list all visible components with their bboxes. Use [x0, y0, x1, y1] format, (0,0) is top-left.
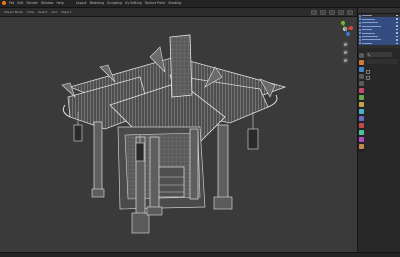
status-bar	[0, 252, 400, 257]
visibility-eye-icon[interactable]	[396, 25, 398, 27]
option-row-2[interactable]	[366, 76, 400, 80]
outliner-row-label	[362, 18, 375, 20]
tab-modeling[interactable]: Modeling	[90, 1, 105, 5]
top-block	[169, 34, 193, 98]
pillar-right-back	[189, 128, 199, 200]
properties-editor: 🔧	[366, 52, 400, 80]
tab-texture-paint[interactable]: Texture Paint	[145, 1, 166, 5]
outliner-rows	[358, 14, 400, 46]
properties-tab-icon[interactable]	[358, 116, 364, 121]
top-menu-bar: File Edit Render Window Help Layout Mode…	[0, 0, 400, 8]
solid-shading-icon[interactable]	[329, 10, 335, 15]
properties-tab-icon[interactable]	[358, 144, 364, 149]
camera-view-icon[interactable]	[342, 57, 349, 64]
zoom-button-icon[interactable]	[342, 41, 349, 48]
right-panel: 🔧	[357, 8, 400, 253]
properties-tab-icon[interactable]	[358, 67, 364, 72]
shading-buttons	[311, 10, 353, 15]
visibility-eye-icon[interactable]	[396, 28, 398, 31]
outliner-row-label	[362, 25, 381, 27]
outliner-row-label	[362, 22, 378, 24]
select-menu[interactable]: Select	[38, 10, 47, 14]
modifier-field[interactable]	[366, 58, 399, 65]
properties-tab-icon[interactable]	[358, 137, 364, 142]
visibility-eye-icon[interactable]	[396, 35, 398, 38]
overlay-icon[interactable]	[311, 10, 317, 15]
visibility-eye-icon[interactable]	[396, 14, 398, 17]
navigation-gizmo	[335, 19, 355, 69]
outliner-row-label	[362, 29, 372, 31]
rendered-shading-icon[interactable]	[347, 10, 353, 15]
outliner-row[interactable]	[359, 41, 400, 46]
viewport-header: Object Mode View Select Add Object	[0, 8, 357, 17]
tab-shading[interactable]: Shading	[168, 1, 181, 5]
viewport-header-menus: Object Mode View Select Add Object	[4, 10, 71, 14]
properties-tabs	[358, 52, 364, 152]
properties-title: 🔧	[366, 52, 392, 57]
checkbox-icon[interactable]	[366, 76, 370, 80]
pavilion-model	[61, 34, 287, 234]
object-icon	[359, 32, 361, 35]
tab-layout[interactable]: Layout	[76, 1, 87, 5]
menu-window[interactable]: Window	[41, 1, 54, 5]
properties-tab-icon[interactable]	[358, 130, 364, 135]
lantern-right	[247, 112, 259, 150]
visibility-eye-icon[interactable]	[396, 39, 398, 41]
object-icon	[359, 28, 361, 31]
properties-tab-icon[interactable]	[358, 60, 364, 65]
outliner	[358, 8, 400, 48]
properties-tab-icon[interactable]	[358, 53, 364, 58]
visibility-eye-icon[interactable]	[396, 21, 398, 24]
object-icon	[359, 18, 361, 21]
wrench-icon: 🔧	[367, 52, 371, 57]
menu-file[interactable]: File	[9, 1, 14, 5]
option-row-1[interactable]	[366, 70, 400, 74]
properties-tab-icon[interactable]	[358, 74, 364, 79]
outliner-row-label	[362, 15, 372, 17]
outliner-row-label	[362, 36, 378, 37]
tab-sculpting[interactable]: Sculpting	[107, 1, 122, 5]
object-icon	[359, 14, 361, 17]
properties-tab-icon[interactable]	[358, 109, 364, 114]
object-icon	[359, 21, 361, 24]
material-shading-icon[interactable]	[338, 10, 344, 15]
outliner-row-label	[362, 42, 372, 44]
outliner-row-label	[362, 39, 381, 41]
tab-uv-editing[interactable]: UV Editing	[125, 1, 142, 5]
visibility-eye-icon[interactable]	[396, 18, 398, 20]
checkbox-icon[interactable]	[366, 70, 370, 74]
pillar-front-mid	[149, 136, 160, 213]
pillar-right-front	[217, 124, 229, 204]
pan-hand-icon[interactable]	[342, 49, 349, 56]
properties-tab-icon[interactable]	[358, 123, 364, 128]
properties-tab-icon[interactable]	[358, 102, 364, 107]
mode-dropdown[interactable]: Object Mode	[4, 10, 23, 14]
view-menu[interactable]: View	[27, 10, 34, 14]
menu-help[interactable]: Help	[56, 1, 63, 5]
properties-tab-icon[interactable]	[358, 81, 364, 86]
visibility-eye-icon[interactable]	[396, 32, 398, 34]
axis-gizmo-icon[interactable]	[335, 19, 355, 39]
wireframe-shading-icon[interactable]	[320, 10, 326, 15]
object-menu[interactable]: Object	[61, 10, 71, 14]
visibility-eye-icon[interactable]	[396, 42, 398, 45]
pillar-left	[93, 121, 103, 195]
menu-edit[interactable]: Edit	[17, 1, 23, 5]
outliner-row-label	[362, 32, 375, 34]
properties-tab-icon[interactable]	[358, 88, 364, 93]
3d-viewport[interactable]	[0, 17, 357, 253]
menu-render[interactable]: Render	[27, 1, 38, 5]
object-icon	[359, 25, 361, 28]
object-icon	[359, 38, 361, 41]
object-icon	[359, 35, 361, 38]
properties-tab-icon[interactable]	[358, 95, 364, 100]
blender-logo-icon[interactable]	[2, 1, 6, 5]
add-menu[interactable]: Add	[51, 10, 57, 14]
menu-strip: File Edit Render Window Help Layout Mode…	[2, 1, 181, 5]
object-icon	[359, 42, 361, 45]
